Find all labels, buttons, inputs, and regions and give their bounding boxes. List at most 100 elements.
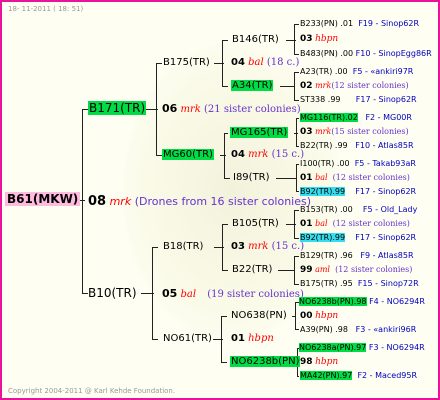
gen1-race: mrk xyxy=(109,195,132,208)
connector xyxy=(221,362,227,363)
root-queen[interactable]: B61(MKW) xyxy=(5,192,81,206)
gen2-queen[interactable]: B18(TR) xyxy=(163,241,203,252)
connector xyxy=(221,316,227,317)
gen4-number: 98 xyxy=(300,357,313,367)
gen4-queen-row[interactable]: ST338 .99 F17 - Sinop62R xyxy=(300,95,417,104)
gen1-queen-mother[interactable]: B171(TR) xyxy=(88,101,147,115)
connector xyxy=(294,256,295,285)
connector xyxy=(294,284,299,285)
gen4-parent: NO6238a(PN) xyxy=(299,343,354,352)
gen3-queen[interactable]: MG165(TR) xyxy=(230,127,289,138)
connector xyxy=(297,376,299,377)
gen4-queen-row[interactable]: I100(TR) .00 F5 - Takab93aR xyxy=(300,159,416,168)
gen4-ref: F3 - NO6294R xyxy=(368,343,425,352)
gen4-ref: F3 - «ankiri96R xyxy=(355,325,417,334)
gen4-queen-row[interactable]: B22(TR) .99 F10 - Atlas85R xyxy=(300,141,414,150)
connector xyxy=(224,133,228,134)
gen3-queen[interactable]: I89(TR) xyxy=(233,172,270,183)
connector xyxy=(222,224,223,271)
gen2-queen[interactable]: NO61(TR) xyxy=(163,333,212,344)
connector xyxy=(294,72,295,101)
gen4-queen-row[interactable]: B483(PN) .00 F10 - SinopEgg86R xyxy=(300,49,432,58)
gen4-queen-row[interactable]: MA42(PN).97 F2 - Maced95R xyxy=(300,371,417,380)
gen4-value: .99 xyxy=(327,95,341,104)
connector xyxy=(296,118,297,147)
gen4-value: .96 xyxy=(340,251,353,260)
gen4-queen-row[interactable]: A23(TR) .00 F5 - «ankiri97R xyxy=(300,67,413,76)
gen4-note: (12 sister colonies) xyxy=(331,81,409,90)
gen4-note: (15 sister colonies) xyxy=(331,127,409,136)
gen4-number: 03 xyxy=(300,34,313,44)
gen4-queen-row[interactable]: B175(TR) .95 F15 - Sinop72R xyxy=(300,279,419,288)
connector xyxy=(82,109,83,294)
gen4-parent: B233(PN) xyxy=(300,19,338,28)
gen4-queen-row[interactable]: B92(TR).99 F17 - Sinop62R xyxy=(300,233,416,242)
gen4-parent: B92(TR) xyxy=(300,187,333,196)
gen4-queen-row[interactable]: B233(PN) .01 F19 - Sinop62R xyxy=(300,19,419,28)
gen1-note: (Drones from 16 sister colonies) xyxy=(134,195,312,208)
gen3-race: bal xyxy=(248,57,264,68)
connector xyxy=(294,256,299,257)
gen4-race: aml xyxy=(315,265,330,274)
gen4-race: mrk xyxy=(315,81,332,90)
gen4-ref: F5 - «ankiri97R xyxy=(352,67,414,76)
gen4-number: 00 xyxy=(300,311,313,321)
root-label: B61(MKW) xyxy=(7,192,79,206)
gen3-number: 04 xyxy=(231,149,245,160)
gen2-drone-line: 05 bal (19 sister colonies) xyxy=(162,287,304,300)
gen4-queen-row[interactable]: A39(PN) .98 F3 - «ankiri96R xyxy=(300,325,416,334)
gen4-race: hbpn xyxy=(315,311,339,321)
gen3-queen[interactable]: NO6238b(PN) xyxy=(230,356,301,367)
gen4-parent: B483(PN) xyxy=(300,49,338,58)
connector xyxy=(276,178,296,179)
gen4-race: bal xyxy=(315,219,328,228)
gen4-number: 03 xyxy=(300,127,313,137)
gen4-value: .00 xyxy=(336,159,350,168)
connector xyxy=(222,40,223,87)
gen2-queen[interactable]: B175(TR) xyxy=(163,57,210,68)
gen4-parent: MG116(TR) xyxy=(300,113,346,122)
gen3-drone-line: 04 mrk (15 c.) xyxy=(231,149,304,160)
gen4-number: 01 xyxy=(300,173,313,183)
connector xyxy=(220,155,226,156)
gen4-ref: F17 - Sinop62R xyxy=(355,233,417,242)
gen4-value: .00 xyxy=(334,67,348,76)
gen3-queen[interactable]: B105(TR) xyxy=(232,218,279,229)
gen1-id: B10(TR) xyxy=(88,286,137,300)
connector xyxy=(222,224,228,225)
connector xyxy=(296,191,299,192)
gen4-parent: B92(TR) xyxy=(300,233,333,242)
gen4-number: 99 xyxy=(300,265,313,275)
gen4-queen-row[interactable]: B92(TR).99 F17 - Sinop62R xyxy=(300,187,416,196)
connector xyxy=(152,247,158,248)
gen3-number: 04 xyxy=(231,57,245,68)
gen4-parent: I100(TR) xyxy=(300,159,335,168)
gen4-value: .01 xyxy=(340,19,354,28)
gen4-parent: NO6238b(PN) xyxy=(299,297,354,306)
gen4-drone-row: 03 mrk(15 sister colonies) xyxy=(300,127,409,137)
gen2-race: bal xyxy=(180,289,197,300)
gen3-queen[interactable]: A34(TR) xyxy=(231,80,274,91)
gen4-queen-row[interactable]: B129(TR) .96 F9 - Atlas85R xyxy=(300,251,414,260)
gen4-note: (12 sister colonies) xyxy=(332,173,410,182)
gen3-queen[interactable]: NO638(PN) xyxy=(231,310,287,321)
gen3-number: 03 xyxy=(231,241,245,252)
gen3-queen[interactable]: B22(TR) xyxy=(232,264,272,275)
gen4-queen-row[interactable]: NO6238b(PN).98 F4 - NO6294R xyxy=(299,297,425,306)
gen2-queen[interactable]: MG60(TR) xyxy=(162,149,214,160)
gen4-queen-row[interactable]: MG116(TR).02 F2 - MG00R xyxy=(300,113,412,122)
gen2-number: 05 xyxy=(162,287,178,300)
gen4-queen-row[interactable]: B153(TR) .00 F5 - Old_Lady xyxy=(300,205,417,214)
gen4-ref: F2 - MG00R xyxy=(365,113,412,122)
gen4-value: .98 xyxy=(335,325,348,334)
gen1-queen-father[interactable]: B10(TR) xyxy=(88,286,137,300)
connector xyxy=(294,238,299,239)
gen4-ref: F15 - Sinop72R xyxy=(357,279,419,288)
gen4-value: .99 xyxy=(334,141,348,150)
gen4-drone-row: 01 bal (12 sister colonies) xyxy=(300,219,410,229)
gen3-queen[interactable]: B146(TR) xyxy=(232,34,279,45)
connector xyxy=(156,63,157,156)
gen4-queen-row[interactable]: NO6238a(PN).97 F3 - NO6294R xyxy=(299,343,425,352)
gen4-race: hbpn xyxy=(315,34,339,44)
gen4-parent: B153(TR) xyxy=(300,205,338,214)
